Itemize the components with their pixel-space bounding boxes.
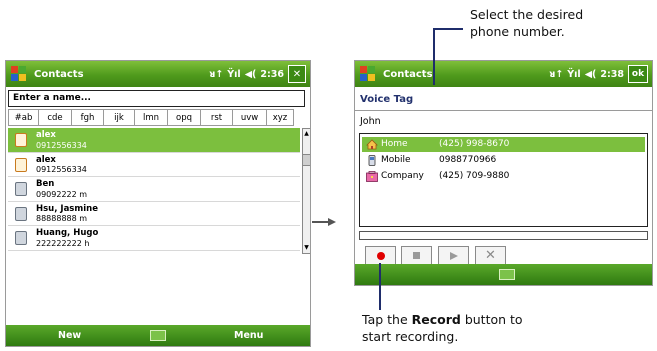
bottom-callout-text: Tap the Record button to start recording… [362, 311, 523, 345]
menu-bar: New Menu [6, 325, 310, 346]
tab-ab[interactable]: #ab [8, 109, 39, 126]
phone-number-row[interactable]: Mobile 0988770966 [362, 153, 645, 168]
contact-row[interactable]: alex 0912556334 [8, 152, 300, 177]
top-callout-text: Select the desired phone number. [470, 6, 583, 40]
close-button[interactable]: ✕ [288, 65, 306, 83]
stop-icon [413, 252, 420, 259]
phone-number-list: Home (425) 998-8670 Mobile 0988770966 Co… [359, 133, 648, 227]
tab-rst[interactable]: rst [200, 109, 233, 126]
voice-tag-screen: Contacts ᴚ↑ Ÿıl ◀( 2:38 ok Voice Tag Joh… [354, 60, 653, 286]
connectivity-icon[interactable]: ᴚ↑ [549, 69, 563, 80]
contact-name: Huang, Hugo [36, 228, 99, 238]
contact-phone: 88888888 m [36, 214, 88, 223]
phone-number-row[interactable]: Home (425) 998-8670 [362, 137, 645, 152]
connectivity-icon[interactable]: ᴚ↑ [209, 69, 223, 80]
sim-contact-icon [15, 231, 27, 245]
tab-uvw[interactable]: uvw [232, 109, 267, 126]
scroll-thumb[interactable] [303, 154, 310, 166]
arrow-head-icon [328, 217, 336, 226]
menu-softkey[interactable]: Menu [234, 330, 263, 341]
signal-icon[interactable]: Ÿıl [227, 69, 240, 80]
ok-button[interactable]: ok [628, 65, 648, 83]
signal-icon[interactable]: Ÿıl [567, 69, 580, 80]
contact-list: alex 0912556334 alex 0912556334 Ben 0909… [8, 128, 300, 251]
mobile-phone-icon [366, 155, 378, 166]
play-icon [449, 251, 458, 260]
callout-line: start recording. [362, 329, 459, 344]
contacts-list-screen: Contacts ᴚ↑ Ÿıl ◀( 2:36 ✕ Enter a name..… [5, 60, 311, 347]
number-label: Home [381, 138, 408, 149]
callout-line: phone number. [470, 24, 565, 39]
delete-button[interactable]: ✕ [475, 246, 506, 265]
contact-name: alex [36, 130, 56, 140]
company-icon [366, 171, 378, 182]
title-bar: Contacts ᴚ↑ Ÿıl ◀( 2:36 ✕ [6, 61, 310, 87]
tab-ijk[interactable]: ijk [103, 109, 135, 126]
scroll-up-icon[interactable]: ▲ [303, 129, 310, 139]
tab-lmn[interactable]: lmn [134, 109, 168, 126]
page-title: Voice Tag [360, 94, 414, 105]
callout-text: button to [460, 312, 523, 327]
volume-icon[interactable]: ◀( [585, 69, 597, 80]
contact-row[interactable]: Ben 09092222 m [8, 177, 300, 202]
sim-contact-icon [15, 206, 27, 221]
number-label: Company [381, 170, 424, 181]
callout-line: Tap the Record button to [362, 311, 523, 328]
bottom-callout-line [379, 263, 381, 310]
callout-text: Tap the [362, 312, 412, 327]
status-area: ᴚ↑ Ÿıl ◀( 2:36 ✕ [209, 65, 310, 83]
callout-emphasis: Record [411, 312, 461, 327]
play-button[interactable] [438, 246, 469, 265]
contact-name: alex [36, 154, 56, 165]
tab-cde[interactable]: cde [38, 109, 72, 126]
windows-start-icon[interactable] [359, 65, 377, 83]
phone-number: 0988770966 [439, 154, 497, 165]
delete-icon: ✕ [485, 248, 496, 263]
contact-name: Ben [36, 179, 55, 189]
contact-phone: 222222222 h [36, 238, 90, 248]
new-softkey[interactable]: New [58, 330, 81, 341]
top-callout-line [433, 28, 463, 30]
record-icon [376, 251, 385, 260]
callout-line: Select the desired [470, 7, 584, 22]
phone-number-row[interactable]: Company (425) 709-9880 [362, 169, 645, 184]
phone-number: (425) 709-9880 [439, 170, 510, 181]
keyboard-icon[interactable] [499, 269, 515, 280]
contact-phone: 0912556334 [36, 140, 87, 150]
recording-progress-bar [359, 231, 648, 240]
contact-card-icon [15, 133, 27, 147]
contact-name: John [360, 116, 381, 127]
contact-name: Hsu, Jasmine [36, 203, 98, 214]
divider [355, 110, 652, 111]
number-label: Mobile [381, 154, 411, 165]
keyboard-icon[interactable] [150, 330, 166, 341]
home-icon [366, 139, 378, 150]
contact-row[interactable]: alex 0912556334 [8, 128, 300, 153]
app-title: Contacts [383, 68, 433, 80]
windows-start-icon[interactable] [10, 65, 28, 83]
alphabet-tabs: #ab cde fgh ijk lmn opq rst uvw xyz [8, 109, 310, 126]
clock-time[interactable]: 2:36 [260, 69, 284, 80]
scroll-down-icon[interactable]: ▼ [303, 243, 310, 253]
phone-number: (425) 998-8670 [439, 138, 510, 149]
contact-card-icon [15, 157, 27, 172]
tab-xyz[interactable]: xyz [266, 109, 294, 126]
contact-row[interactable]: Huang, Hugo 222222222 h [8, 226, 300, 251]
menu-bar [355, 264, 652, 285]
contact-row[interactable]: Hsu, Jasmine 88888888 m [8, 201, 300, 226]
app-title: Contacts [34, 68, 84, 80]
sim-contact-icon [15, 182, 27, 196]
search-input[interactable]: Enter a name... [8, 90, 305, 107]
status-area: ᴚ↑ Ÿıl ◀( 2:38 ok [549, 65, 652, 83]
contact-phone: 09092222 m [36, 189, 88, 199]
contact-phone: 0912556334 [36, 165, 87, 174]
volume-icon[interactable]: ◀( [245, 69, 257, 80]
clock-time[interactable]: 2:38 [600, 69, 624, 80]
tab-fgh[interactable]: fgh [71, 109, 104, 126]
tab-opq[interactable]: opq [167, 109, 201, 126]
title-bar: Contacts ᴚ↑ Ÿıl ◀( 2:38 ok [355, 61, 652, 87]
top-callout-line [433, 29, 435, 85]
scrollbar[interactable]: ▲ ▼ [302, 128, 310, 254]
stop-button[interactable] [401, 246, 432, 265]
